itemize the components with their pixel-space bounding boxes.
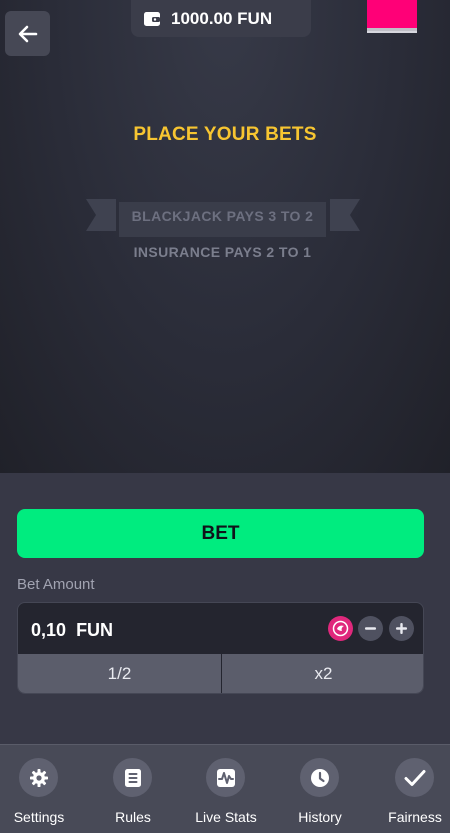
- arrow-left-icon: [18, 25, 37, 42]
- document-icon: [113, 758, 152, 797]
- decrease-bet-button[interactable]: [358, 616, 383, 641]
- stats-icon: [206, 758, 245, 797]
- nav-label-settings: Settings: [13, 809, 65, 825]
- insurance-payout-text: INSURANCE PAYS 2 TO 1: [133, 244, 312, 260]
- color-swatch[interactable]: [367, 0, 417, 31]
- bet-amount-value[interactable]: 0,10 FUN: [31, 620, 113, 641]
- increase-bet-button[interactable]: [389, 616, 414, 641]
- coin-emblem-icon: [332, 620, 349, 637]
- checkmark-icon: [395, 758, 434, 797]
- bet-controls: BET Bet Amount 0,10 FUN 1/2 x2: [0, 473, 450, 744]
- double-bet-button[interactable]: x2: [222, 654, 423, 693]
- gear-icon: [19, 758, 58, 797]
- clock-icon: [300, 758, 339, 797]
- plus-icon: [396, 623, 407, 634]
- nav-item-rules[interactable]: Rules: [88, 745, 178, 833]
- bet-amount-field[interactable]: 0,10 FUN 1/2 x2: [17, 602, 424, 694]
- nav-item-fairness[interactable]: Fairness: [369, 745, 450, 833]
- amount-number: 0,10: [31, 620, 67, 640]
- nav-label-fairness: Fairness: [388, 809, 442, 825]
- bet-amount-label: Bet Amount: [17, 576, 95, 593]
- game-table: 1000.00 FUN PLACE YOUR BETS BLACKJACK PA…: [0, 0, 450, 473]
- bet-button[interactable]: BET: [17, 509, 424, 558]
- minus-icon: [365, 627, 376, 630]
- nav-item-live-stats[interactable]: Live Stats: [181, 745, 271, 833]
- nav-label-rules: Rules: [115, 809, 151, 825]
- nav-label-history: History: [298, 809, 342, 825]
- coin-icon[interactable]: [328, 616, 353, 641]
- bottom-navigation: Settings Rules Live Stats History Fairne…: [0, 744, 450, 833]
- nav-label-live-stats: Live Stats: [195, 809, 257, 825]
- nav-item-settings[interactable]: Settings: [0, 745, 84, 833]
- half-bet-button[interactable]: 1/2: [18, 654, 221, 693]
- amount-currency: FUN: [76, 620, 114, 640]
- place-bets-title: PLACE YOUR BETS: [133, 124, 317, 145]
- blackjack-payout-text: BLACKJACK PAYS 3 TO 2: [131, 208, 314, 224]
- wallet-icon: [144, 11, 160, 26]
- nav-item-history[interactable]: History: [275, 745, 365, 833]
- back-button[interactable]: [5, 11, 50, 56]
- balance-display: 1000.00 FUN: [131, 0, 311, 37]
- balance-amount: 1000.00 FUN: [171, 8, 273, 28]
